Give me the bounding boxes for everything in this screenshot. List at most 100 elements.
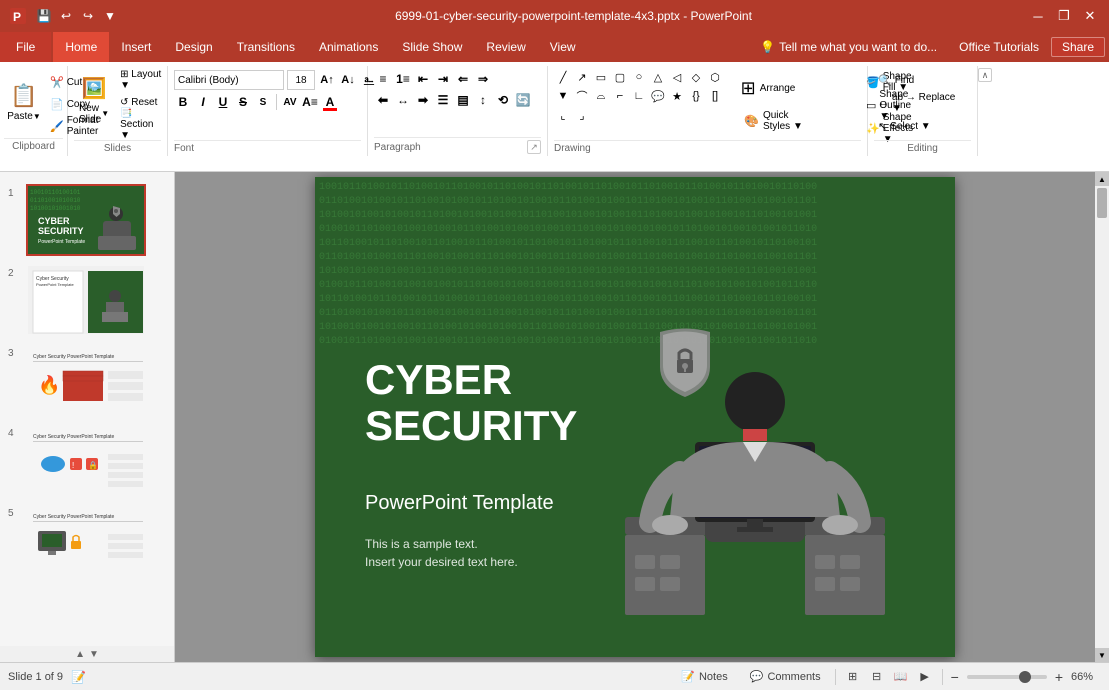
font-family-selector[interactable] (174, 70, 284, 90)
scroll-up-button[interactable]: ▲ (75, 649, 85, 660)
menu-design[interactable]: Design (163, 32, 224, 62)
office-tutorials-link[interactable]: Office Tutorials (947, 40, 1051, 54)
reading-view-button[interactable]: 📖 (890, 666, 912, 688)
ltr-button[interactable]: ⇒ (474, 70, 492, 88)
rect-shape[interactable]: ▭ (592, 68, 610, 86)
tell-me-input[interactable]: 💡 Tell me what you want to do... (750, 40, 947, 54)
scroll-track[interactable] (1095, 186, 1109, 648)
replace-button[interactable]: ↔ ab → Replace ▼ (874, 93, 971, 113)
find-button[interactable]: 🔍 Find (874, 70, 971, 90)
arrow-shape[interactable]: ↗ (573, 68, 591, 86)
slide-subtitle[interactable]: PowerPoint Template (365, 492, 554, 515)
font-size-input[interactable] (287, 70, 315, 90)
font-color-button[interactable]: A (321, 93, 339, 111)
custom-shape1[interactable]: ⌞ (554, 106, 572, 124)
underline-button[interactable]: U (214, 93, 232, 111)
paste-button[interactable]: 📋 Paste▼ (4, 68, 44, 136)
bold-button[interactable]: B (174, 93, 192, 111)
slide-thumbnail-5[interactable]: Cyber Security PowerPoint Template (26, 504, 146, 576)
text-direction-btn2[interactable]: ⟲ (494, 91, 512, 109)
diamond-shape[interactable]: ◇ (687, 68, 705, 86)
menu-slide-show[interactable]: Slide Show (390, 32, 474, 62)
slide-title[interactable]: CYBER SECURITY (365, 357, 577, 449)
char-spacing-button[interactable]: AV (281, 93, 299, 111)
bracket-shape[interactable]: [] (706, 87, 724, 105)
rtl-button[interactable]: ⇐ (454, 70, 472, 88)
zoom-level[interactable]: 66% (1071, 671, 1101, 683)
numbered-list-button[interactable]: 1≡ (394, 70, 412, 88)
increase-indent-button[interactable]: ⇥ (434, 70, 452, 88)
slide-notes-icon[interactable]: 📝 (71, 670, 86, 684)
callout-shape[interactable]: 💬 (649, 87, 667, 105)
select-button[interactable]: ↖ Select ▼ (874, 116, 971, 136)
slide-thumb-4[interactable]: 4 Cyber Security PowerPoint Template ! 🔒 (0, 420, 174, 500)
circle-shape[interactable]: ○ (630, 68, 648, 86)
zoom-thumb[interactable] (1019, 671, 1031, 683)
align-left-button[interactable]: ⬅ (374, 91, 392, 109)
minimize-button[interactable]: ─ (1027, 5, 1049, 27)
main-slide[interactable]: 1001011010010110100101101001011010010110… (315, 177, 955, 657)
scroll-down-button[interactable]: ▼ (1095, 648, 1109, 662)
menu-review[interactable]: Review (474, 32, 537, 62)
redo-button[interactable]: ↪ (78, 6, 98, 26)
align-right-button[interactable]: ➡ (414, 91, 432, 109)
columns-button[interactable]: ▤ (454, 91, 472, 109)
restore-button[interactable]: ❐ (1053, 5, 1075, 27)
strikethrough-button[interactable]: S (234, 93, 252, 111)
menu-home[interactable]: Home (53, 32, 109, 62)
rtriangle-shape[interactable]: ◁ (668, 68, 686, 86)
comments-button[interactable]: 💬 Comments (742, 668, 829, 685)
connectors[interactable]: ⌐ (611, 87, 629, 105)
customize-button[interactable]: ▼ (100, 6, 120, 26)
undo-button[interactable]: ↩ (56, 6, 76, 26)
decrease-font-button[interactable]: A↓ (339, 71, 357, 89)
slide-thumb-5[interactable]: 5 Cyber Security PowerPoint Template (0, 500, 174, 580)
star-shape[interactable]: ★ (668, 87, 686, 105)
slide-description[interactable]: This is a sample text. Insert your desir… (365, 535, 518, 571)
line-shape[interactable]: ╱ (554, 68, 572, 86)
curve-shape[interactable]: ⌒ (573, 87, 591, 105)
quick-styles-button[interactable]: 🎨 Quick Styles ▼ (738, 110, 818, 132)
custom-shape2[interactable]: ⌟ (573, 106, 591, 124)
ribbon-collapse-button[interactable]: ∧ (978, 68, 992, 82)
slide-thumb-2[interactable]: 2 Cyber Security PowerPoint Template (0, 260, 174, 340)
convert-smartart-button[interactable]: 🔄 (514, 91, 532, 109)
justify-button[interactable]: ☰ (434, 91, 452, 109)
menu-transitions[interactable]: Transitions (225, 32, 307, 62)
save-button[interactable]: 💾 (34, 6, 54, 26)
menu-view[interactable]: View (538, 32, 588, 62)
italic-button[interactable]: I (194, 93, 212, 111)
share-button[interactable]: Share (1051, 37, 1105, 57)
scroll-down-button[interactable]: ▼ (89, 649, 99, 660)
freeform-shape[interactable]: ⌓ (592, 87, 610, 105)
hex-shape[interactable]: ⬡ (706, 68, 724, 86)
triangle-shape[interactable]: △ (649, 68, 667, 86)
close-button[interactable]: ✕ (1079, 5, 1101, 27)
slide-thumb-1[interactable]: 1 10010110100101 01101001010010 10100101… (0, 180, 174, 260)
menu-insert[interactable]: Insert (109, 32, 163, 62)
slide-thumbnail-2[interactable]: Cyber Security PowerPoint Template (26, 264, 146, 336)
zoom-in-button[interactable]: + (1053, 669, 1065, 685)
brace-shape[interactable]: {} (687, 87, 705, 105)
decrease-indent-button[interactable]: ⇤ (414, 70, 432, 88)
slide-thumb-3[interactable]: 3 Cyber Security PowerPoint Template 🔥 (0, 340, 174, 420)
bullets-button[interactable]: ≡ (374, 70, 392, 88)
zoom-slider[interactable] (967, 675, 1047, 679)
section-button[interactable]: 📑 Section ▼ (116, 114, 167, 134)
slide-thumbnail-3[interactable]: Cyber Security PowerPoint Template 🔥 (26, 344, 146, 416)
increase-font-button[interactable]: A↑ (318, 71, 336, 89)
scroll-thumb[interactable] (1097, 188, 1107, 218)
text-direction-button[interactable]: A≡ (301, 93, 319, 111)
more-shapes[interactable]: ▼ (554, 87, 572, 105)
elbow-conn[interactable]: ∟ (630, 87, 648, 105)
scroll-up-button[interactable]: ▲ (1095, 172, 1109, 186)
slide-thumbnail-1[interactable]: 10010110100101 01101001010010 1010010100… (26, 184, 146, 256)
slide-thumbnail-4[interactable]: Cyber Security PowerPoint Template ! 🔒 (26, 424, 146, 496)
shadow-button[interactable]: S (254, 93, 272, 111)
align-center-button[interactable]: ↔ (394, 91, 412, 109)
slideshow-button[interactable]: ▶ (914, 666, 936, 688)
slide-sorter-button[interactable]: ⊟ (866, 666, 888, 688)
paragraph-expand-button[interactable]: ↗ (527, 140, 541, 154)
line-spacing-button[interactable]: ↕ (474, 91, 492, 109)
menu-animations[interactable]: Animations (307, 32, 390, 62)
